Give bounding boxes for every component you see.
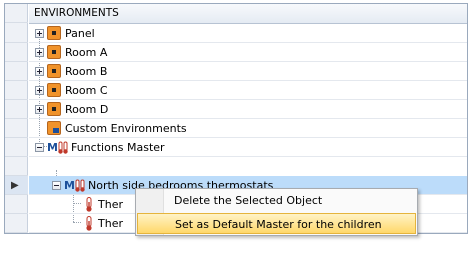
- tree-row-room-d[interactable]: Room D: [29, 100, 467, 119]
- tree-row-room-c[interactable]: Room C: [29, 81, 467, 100]
- row-selector[interactable]: [5, 100, 28, 119]
- row-selector-current[interactable]: ▶: [5, 176, 28, 195]
- row-selector-gutter: ▶: [5, 4, 28, 233]
- environment-icon: [47, 83, 61, 97]
- environment-icon: [47, 26, 61, 40]
- expand-plus-icon[interactable]: [35, 29, 44, 38]
- tree-row-functions-master[interactable]: M Functions Master: [29, 138, 467, 157]
- column-header-label: ENVIRONMENTS: [34, 7, 119, 19]
- tree-row-label: Room D: [65, 103, 109, 116]
- custom-environment-icon: [47, 121, 61, 135]
- tree-row-label: Room B: [65, 65, 108, 78]
- row-selector[interactable]: [5, 43, 28, 62]
- current-row-arrow-icon: ▶: [11, 180, 19, 191]
- menu-item-delete-selected-object[interactable]: Delete the Selected Object: [137, 190, 416, 211]
- row-selector[interactable]: [5, 81, 28, 100]
- row-selector[interactable]: [5, 119, 28, 138]
- functions-master-icon: M: [47, 141, 68, 154]
- expand-plus-icon[interactable]: [35, 67, 44, 76]
- tree-row-room-b[interactable]: Room B: [29, 62, 467, 81]
- collapse-minus-icon[interactable]: [52, 181, 61, 190]
- thermometer-icon: [86, 216, 92, 231]
- row-selector[interactable]: [5, 138, 28, 157]
- tree-row-label: Ther: [98, 217, 123, 230]
- tree-row-label: Ther: [98, 198, 123, 211]
- menu-item-label: Delete the Selected Object: [174, 194, 323, 207]
- expand-plus-icon[interactable]: [35, 86, 44, 95]
- environment-icon: [47, 64, 61, 78]
- row-selector[interactable]: [5, 157, 28, 176]
- menu-item-set-default-master[interactable]: Set as Default Master for the children: [137, 213, 416, 234]
- row-selector[interactable]: [5, 214, 28, 233]
- tree-row-panel[interactable]: Panel: [29, 24, 467, 43]
- row-selector[interactable]: [5, 24, 28, 43]
- tree-row-label: Functions Master: [71, 141, 165, 154]
- tree-row-label: Custom Environments: [65, 122, 187, 135]
- tree-row-label: Room A: [65, 46, 108, 59]
- environment-icon: [47, 45, 61, 59]
- collapse-minus-icon[interactable]: [35, 143, 44, 152]
- svg-text:M: M: [64, 179, 75, 192]
- menu-item-label: Set as Default Master for the children: [175, 218, 382, 231]
- row-selector[interactable]: [5, 62, 28, 81]
- tree-row-room-a[interactable]: Room A: [29, 43, 467, 62]
- tree-row-custom-environments[interactable]: Custom Environments: [29, 119, 467, 138]
- thermometer-icon: [86, 197, 92, 212]
- tree-row-label: Room C: [65, 84, 108, 97]
- context-menu: Delete the Selected Object Set as Defaul…: [135, 188, 418, 236]
- expand-plus-icon[interactable]: [35, 48, 44, 57]
- tree-row-label: Panel: [65, 27, 95, 40]
- master-group-icon: M: [64, 179, 85, 192]
- column-header-environments[interactable]: ENVIRONMENTS: [29, 4, 467, 24]
- svg-text:M: M: [47, 141, 58, 154]
- expand-plus-icon[interactable]: [35, 105, 44, 114]
- row-selector[interactable]: [5, 195, 28, 214]
- environment-icon: [47, 102, 61, 116]
- gutter-header: [5, 4, 28, 23]
